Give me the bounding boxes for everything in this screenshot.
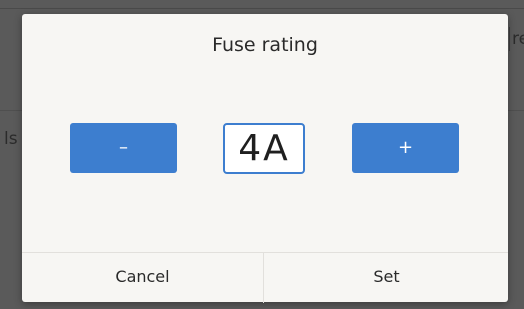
fuse-rating-dialog: Fuse rating – 4A + Cancel Set: [22, 14, 508, 303]
dialog-footer: Cancel Set: [22, 252, 508, 303]
set-button[interactable]: Set: [265, 253, 508, 303]
background-divider: [0, 8, 524, 9]
background-text-fragment: ls: [4, 129, 18, 149]
dialog-title: Fuse rating: [212, 34, 318, 56]
decrease-button[interactable]: –: [70, 123, 177, 173]
increase-button[interactable]: +: [352, 123, 459, 173]
fuse-value-display: 4A: [223, 123, 305, 174]
background-text-fragment: re: [509, 27, 524, 51]
cancel-button[interactable]: Cancel: [22, 253, 264, 303]
